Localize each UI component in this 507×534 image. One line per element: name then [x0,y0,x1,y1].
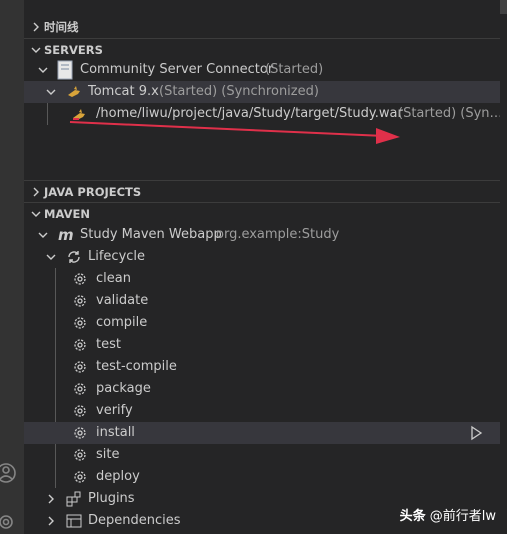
phase-label: clean [96,271,131,286]
gear-icon [74,339,86,351]
annotation-arrow [69,121,400,144]
chevron-down-icon [46,254,56,260]
scrollbar-thumb[interactable] [500,0,507,14]
plugins-label: Plugins [88,491,135,506]
run-play-icon[interactable] [468,425,484,441]
gear-icon [74,427,86,439]
lifecycle-item[interactable]: Lifecycle [24,246,500,268]
phase-label: install [96,425,135,440]
library-icon [66,514,82,528]
phase-label: verify [96,403,133,418]
account-icon[interactable] [0,461,24,485]
lifecycle-phase-validate[interactable]: validate [24,290,500,312]
gear-icon [74,317,86,329]
chevron-right-icon [48,494,54,504]
maven-section-header[interactable]: MAVEN [24,202,500,225]
java-projects-section-header[interactable]: JAVA PROJECTS [24,180,500,203]
maven-project-item[interactable]: m Study Maven Webapp org.example:Study [24,224,500,246]
phase-label: deploy [96,469,140,484]
lifecycle-phase-verify[interactable]: verify [24,400,500,422]
phase-label: compile [96,315,148,330]
activity-bar [0,0,24,534]
lifecycle-phase-install[interactable]: install [24,422,500,444]
dependencies-label: Dependencies [88,513,181,528]
gear-icon [74,405,86,417]
lifecycle-phase-deploy[interactable]: deploy [24,466,500,488]
gear-icon [74,273,86,285]
lifecycle-phase-compile[interactable]: compile [24,312,500,334]
maven-title: MAVEN [44,207,90,221]
maven-project-coords: org.example:Study [216,227,340,242]
watermark-handle: @前行者lw [429,509,496,524]
explorer-panel: 时间线 SERVERS Community Server Connector (… [24,0,500,534]
extensions-icon [66,491,81,507]
lifecycle-phase-test-compile[interactable]: test-compile [24,356,500,378]
chevron-right-icon [33,187,39,197]
chevron-right-icon [48,516,54,526]
lifecycle-phase-clean[interactable]: clean [24,268,500,290]
gear-icon [74,295,86,307]
phase-label: test [96,337,121,352]
gear-icon [74,383,86,395]
chevron-down-icon [31,211,41,217]
settings-gear-icon[interactable] [0,510,24,534]
gear-icon [74,471,86,483]
phase-label: package [96,381,151,396]
lifecycle-phase-test[interactable]: test [24,334,500,356]
phase-label: validate [96,293,149,308]
scrollbar[interactable] [500,0,507,534]
phase-label: site [96,447,120,462]
phase-label: test-compile [96,359,177,374]
watermark-prefix: 头条 [399,509,426,524]
chevron-down-icon [38,232,48,238]
maven-project-name: Study Maven Webapp [80,227,222,242]
gear-icon [74,449,86,461]
maven-m-icon: m [58,226,74,244]
gear-icon [74,361,86,373]
watermark: 头条 @前行者lw [400,507,496,527]
java-projects-title: JAVA PROJECTS [44,185,142,199]
sync-icon [68,251,80,263]
lifecycle-phase-package[interactable]: package [24,378,500,400]
lifecycle-label: Lifecycle [88,249,146,264]
lifecycle-phase-site[interactable]: site [24,444,500,466]
